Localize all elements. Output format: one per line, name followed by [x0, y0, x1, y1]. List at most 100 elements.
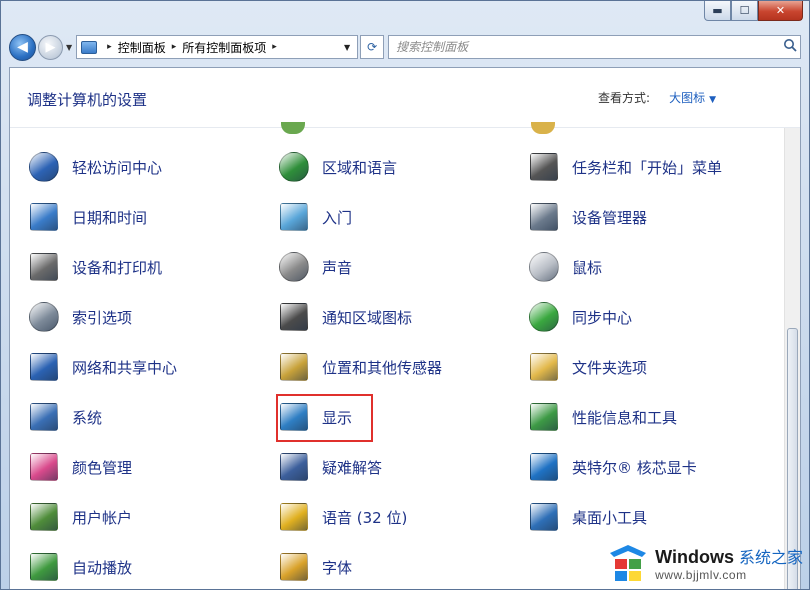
breadcrumb-control-panel[interactable]: 控制面板 [118, 39, 166, 56]
view-by-dropdown[interactable]: 大图标 ▼ [669, 89, 716, 106]
control-panel-item[interactable]: 显示 [277, 397, 507, 437]
control-panel-item[interactable]: 语音 (32 位) [277, 497, 507, 537]
search-input[interactable] [396, 40, 780, 54]
control-panel-item[interactable]: 设备管理器 [527, 197, 757, 237]
item-label[interactable]: 入门 [322, 207, 352, 228]
view-by-value[interactable]: 大图标 [669, 91, 705, 105]
item-label[interactable]: 索引选项 [72, 307, 132, 328]
control-panel-icon [81, 40, 98, 54]
item-label[interactable]: 用户帐户 [72, 507, 132, 528]
navigation-bar: ◀ ▶ ▼ ▸ 控制面板 ▸ 所有控制面板项 ▸ ▼ ⟳ [9, 31, 801, 63]
item-label[interactable]: 鼠标 [572, 257, 602, 278]
view-by-label: 查看方式: [597, 91, 650, 105]
item-label[interactable]: 显示 [322, 407, 352, 428]
troubleshooting-icon [277, 450, 311, 484]
breadcrumb-root-chevron[interactable]: ▸ [107, 42, 112, 52]
control-panel-item[interactable]: 桌面小工具 [527, 497, 757, 537]
search-icon[interactable] [780, 38, 800, 56]
history-dropdown[interactable]: ▼ [66, 43, 72, 52]
item-label[interactable]: 设备和打印机 [72, 257, 162, 278]
control-panel-item[interactable]: 疑难解答 [277, 447, 507, 487]
control-panel-window: ▬ ☐ ✕ ◀ ▶ ▼ ▸ 控制面板 ▸ 所有控制面板项 ▸ ▼ ⟳ 调整计算机… [0, 0, 810, 590]
device-manager-icon [527, 200, 561, 234]
control-panel-item[interactable]: 位置和其他传感器 [277, 347, 507, 387]
content-pane: 调整计算机的设置 查看方式: 大图标 ▼ 轻松访问中心 区域和语言 任务栏和「开始」菜… [9, 67, 801, 589]
color-management-icon [27, 450, 61, 484]
item-label[interactable]: 通知区域图标 [322, 307, 412, 328]
watermark-brand-name: Windows [655, 547, 734, 567]
control-panel-item[interactable]: 轻松访问中心 [27, 147, 257, 187]
minimize-button[interactable]: ▬ [704, 1, 731, 21]
control-panel-item[interactable]: 声音 [277, 247, 507, 287]
item-label[interactable]: 设备管理器 [572, 207, 647, 228]
watermark-url: www.bjjmlv.com [655, 568, 747, 582]
item-label[interactable]: 同步中心 [572, 307, 632, 328]
item-label[interactable]: 语音 (32 位) [322, 507, 407, 528]
mouse-icon [527, 250, 561, 284]
ease-of-access-icon [27, 150, 61, 184]
control-panel-item[interactable]: 同步中心 [527, 297, 757, 337]
calendar-clock-icon [27, 200, 61, 234]
vertical-scrollbar[interactable] [784, 128, 800, 589]
gadgets-icon [527, 500, 561, 534]
item-label[interactable]: 声音 [322, 257, 352, 278]
caption-buttons: ▬ ☐ ✕ [704, 1, 803, 22]
control-panel-item[interactable]: 用户帐户 [27, 497, 257, 537]
item-label[interactable]: 字体 [322, 557, 352, 578]
back-button[interactable]: ◀ [9, 33, 36, 61]
taskbar-icon [527, 150, 561, 184]
item-label[interactable]: 桌面小工具 [572, 507, 647, 528]
forward-button[interactable]: ▶ [38, 34, 63, 60]
control-panel-item[interactable]: 系统 [27, 397, 257, 437]
control-panel-item[interactable]: 索引选项 [27, 297, 257, 337]
item-label[interactable]: 区域和语言 [322, 157, 397, 178]
magnifier-icon [27, 300, 61, 334]
item-label[interactable]: 系统 [72, 407, 102, 428]
control-panel-item[interactable]: 入门 [277, 197, 507, 237]
control-panel-item[interactable]: 性能信息和工具 [527, 397, 757, 437]
breadcrumb-chevron[interactable]: ▸ [172, 42, 177, 52]
refresh-icon: ⟳ [367, 40, 378, 54]
search-box[interactable] [388, 35, 801, 59]
partial-icon-top-right [531, 122, 555, 134]
notification-area-icon [277, 300, 311, 334]
maximize-button[interactable]: ☐ [731, 1, 758, 21]
refresh-button[interactable]: ⟳ [360, 35, 385, 59]
performance-icon [527, 400, 561, 434]
item-label[interactable]: 日期和时间 [72, 207, 147, 228]
item-label[interactable]: 疑难解答 [322, 457, 382, 478]
control-panel-item[interactable]: 英特尔® 核芯显卡 [527, 447, 757, 487]
fonts-icon [277, 550, 311, 584]
item-label[interactable]: 英特尔® 核芯显卡 [572, 457, 697, 478]
address-bar[interactable]: ▸ 控制面板 ▸ 所有控制面板项 ▸ ▼ [76, 35, 359, 59]
control-panel-item[interactable]: 网络和共享中心 [27, 347, 257, 387]
control-panel-item[interactable]: 设备和打印机 [27, 247, 257, 287]
item-label[interactable]: 性能信息和工具 [572, 407, 677, 428]
breadcrumb-all-items[interactable]: 所有控制面板项 [182, 39, 266, 56]
address-dropdown[interactable]: ▼ [336, 43, 357, 52]
globe-clock-icon [277, 150, 311, 184]
folder-options-icon [527, 350, 561, 384]
control-panel-item[interactable]: 通知区域图标 [277, 297, 507, 337]
control-panel-item[interactable]: 字体 [277, 547, 507, 587]
network-icon [27, 350, 61, 384]
breadcrumb-end-chevron[interactable]: ▸ [272, 42, 277, 52]
control-panel-item[interactable]: 区域和语言 [277, 147, 507, 187]
item-label[interactable]: 任务栏和「开始」菜单 [572, 157, 722, 178]
control-panel-item[interactable]: 自动播放 [27, 547, 257, 587]
back-arrow-icon: ◀ [17, 39, 28, 55]
control-panel-item[interactable]: 鼠标 [527, 247, 757, 287]
item-label[interactable]: 文件夹选项 [572, 357, 647, 378]
system-monitor-icon [27, 400, 61, 434]
item-label[interactable]: 颜色管理 [72, 457, 132, 478]
item-label[interactable]: 轻松访问中心 [72, 157, 162, 178]
control-panel-item[interactable]: 日期和时间 [27, 197, 257, 237]
watermark: Windows 系统之家 www.bjjmlv.com [607, 543, 803, 583]
item-label[interactable]: 位置和其他传感器 [322, 357, 442, 378]
item-label[interactable]: 网络和共享中心 [72, 357, 177, 378]
control-panel-item[interactable]: 任务栏和「开始」菜单 [527, 147, 757, 187]
item-label[interactable]: 自动播放 [72, 557, 132, 578]
close-button[interactable]: ✕ [758, 1, 803, 21]
control-panel-item[interactable]: 颜色管理 [27, 447, 257, 487]
control-panel-item[interactable]: 文件夹选项 [527, 347, 757, 387]
